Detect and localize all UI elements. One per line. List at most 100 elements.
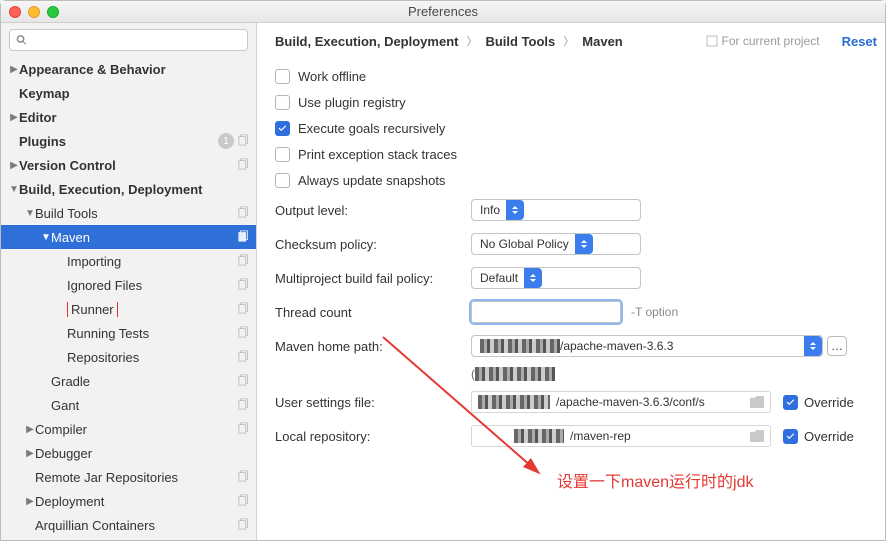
tree-label: Ignored Files (67, 278, 238, 293)
tree-label: Compiler (35, 422, 238, 437)
copy-icon (238, 494, 250, 509)
window-title: Preferences (1, 4, 885, 19)
search-container (1, 23, 256, 57)
tree-label: Debugger (35, 446, 250, 461)
select-stepper-icon (506, 200, 524, 220)
sidebar-item-arquillian[interactable]: Arquillian Containers (1, 513, 256, 537)
copy-icon (238, 302, 250, 317)
sidebar-item-deployment[interactable]: ▶Deployment (1, 489, 256, 513)
breadcrumb: Build, Execution, Deployment 〉 Build Too… (275, 33, 885, 49)
disclosure-arrow-icon: ▶ (9, 64, 19, 75)
sidebar-item-debugger[interactable]: ▶Debugger (1, 441, 256, 465)
checksum-label: Checksum policy: (275, 237, 471, 252)
usersettings-override-checkbox[interactable] (783, 395, 798, 410)
reset-link[interactable]: Reset (842, 34, 877, 49)
override-label: Override (804, 395, 854, 410)
redacted-path (478, 395, 550, 409)
sidebar-item-repos[interactable]: Repositories (1, 345, 256, 369)
tree-label: Importing (67, 254, 238, 269)
tree-label: Keymap (19, 86, 250, 101)
chevron-right-icon: 〉 (466, 33, 477, 49)
failpolicy-select[interactable]: Default (471, 267, 641, 289)
sidebar-item-runtests[interactable]: Running Tests (1, 321, 256, 345)
copy-icon (238, 350, 250, 365)
checksum-select[interactable]: No Global Policy (471, 233, 641, 255)
scope-indicator: For current project (706, 34, 820, 48)
output-level-label: Output level: (275, 203, 471, 218)
sidebar-item-gant[interactable]: Gant (1, 393, 256, 417)
offline-checkbox[interactable] (275, 69, 290, 84)
localrepo-label: Local repository: (275, 429, 471, 444)
tree-label: Remote Jar Repositories (35, 470, 238, 485)
redacted-path (514, 429, 564, 443)
crumb-2[interactable]: Maven (582, 34, 622, 49)
copy-icon (238, 206, 250, 221)
sidebar-item-gradle[interactable]: Gradle (1, 369, 256, 393)
main-panel: Build, Execution, Deployment 〉 Build Too… (257, 23, 885, 540)
update-badge: 1 (218, 133, 234, 149)
sidebar-item-keymap[interactable]: Keymap (1, 81, 256, 105)
recurse-label: Execute goals recursively (298, 121, 445, 136)
sidebar-item-vcs[interactable]: ▶Version Control (1, 153, 256, 177)
failpolicy-label: Multiproject build fail policy: (275, 271, 471, 286)
copy-icon (238, 518, 250, 533)
version-text: ( (471, 367, 555, 382)
sidebar-item-editor[interactable]: ▶Editor (1, 105, 256, 129)
sidebar-item-importing[interactable]: Importing (1, 249, 256, 273)
plugreg-checkbox[interactable] (275, 95, 290, 110)
tree-label: Deployment (35, 494, 238, 509)
tree-label: Arquillian Containers (35, 518, 238, 533)
disclosure-arrow-icon: ▶ (9, 112, 19, 123)
sidebar-item-appearance[interactable]: ▶Appearance & Behavior (1, 57, 256, 81)
copy-icon (238, 326, 250, 341)
localrepo-override-checkbox[interactable] (783, 429, 798, 444)
crumb-0[interactable]: Build, Execution, Deployment (275, 34, 458, 49)
disclosure-arrow-icon: ▼ (9, 184, 19, 195)
disclosure-arrow-icon: ▶ (9, 160, 19, 171)
folder-icon[interactable] (750, 430, 764, 442)
redacted-path (480, 339, 560, 353)
localrepo-input[interactable]: /maven-rep (471, 425, 771, 447)
annotation-text: 设置一下maven运行时的jdk (557, 468, 753, 492)
disclosure-arrow-icon: ▶ (25, 448, 35, 459)
usersettings-label: User settings file: (275, 395, 471, 410)
settings-tree[interactable]: ▶Appearance & BehaviorKeymap▶EditorPlugi… (1, 57, 256, 540)
stacktrace-checkbox[interactable] (275, 147, 290, 162)
copy-icon (238, 470, 250, 485)
sidebar-item-ignored[interactable]: Ignored Files (1, 273, 256, 297)
tree-label: Running Tests (67, 326, 238, 341)
threadcount-label: Thread count (275, 305, 471, 320)
sidebar: ▶Appearance & BehaviorKeymap▶EditorPlugi… (1, 23, 257, 540)
crumb-1[interactable]: Build Tools (485, 34, 555, 49)
select-stepper-icon (804, 336, 822, 356)
offline-label: Work offline (298, 69, 366, 84)
sidebar-item-plugins[interactable]: Plugins1 (1, 129, 256, 153)
override-label: Override (804, 429, 854, 444)
sidebar-item-maven[interactable]: ▼Maven (1, 225, 256, 249)
search-field[interactable] (31, 33, 241, 47)
recurse-checkbox[interactable] (275, 121, 290, 136)
disclosure-arrow-icon: ▶ (25, 496, 35, 507)
tree-label: Editor (19, 110, 250, 125)
homepath-label: Maven home path: (275, 339, 471, 354)
sidebar-item-bed[interactable]: ▼Build, Execution, Deployment (1, 177, 256, 201)
threadcount-input[interactable] (471, 301, 621, 323)
sidebar-item-remotejar[interactable]: Remote Jar Repositories (1, 465, 256, 489)
project-icon (706, 35, 718, 47)
tree-label: Gradle (51, 374, 238, 389)
redacted-version (475, 367, 555, 381)
search-input[interactable] (9, 29, 248, 51)
sidebar-item-buildtools[interactable]: ▼Build Tools (1, 201, 256, 225)
usersettings-input[interactable]: /apache-maven-3.6.3/conf/s (471, 391, 771, 413)
disclosure-arrow-icon: ▶ (25, 424, 35, 435)
output-level-select[interactable]: Info (471, 199, 641, 221)
tree-label: Runner (67, 302, 238, 317)
sidebar-item-compiler[interactable]: ▶Compiler (1, 417, 256, 441)
browse-button[interactable]: … (827, 336, 847, 356)
folder-icon[interactable] (750, 396, 764, 408)
homepath-select[interactable]: /apache-maven-3.6.3 (471, 335, 823, 357)
copy-icon (238, 134, 250, 149)
copy-icon (238, 398, 250, 413)
snapshots-checkbox[interactable] (275, 173, 290, 188)
sidebar-item-runner[interactable]: Runner (1, 297, 256, 321)
